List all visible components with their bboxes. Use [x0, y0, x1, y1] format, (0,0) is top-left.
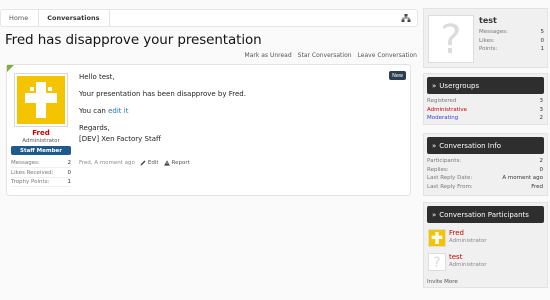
participant-name[interactable]: test — [449, 253, 487, 261]
info-row: Last Reply From: Fred — [427, 184, 543, 191]
default-avatar[interactable]: ? — [428, 253, 446, 271]
report-button[interactable]: Report — [163, 160, 190, 166]
participant-name[interactable]: Fred — [449, 229, 487, 237]
sidebar-participants: » Conversation Participants Fred Administ… — [423, 202, 548, 288]
profile-stat: Points: 1 — [479, 46, 544, 53]
pencil-icon — [140, 160, 146, 166]
svg-text:?: ? — [440, 17, 461, 62]
edit-it-link[interactable]: edit it — [108, 107, 128, 115]
author-stats: Messages: 2 Likes Received: 0 Trophy Point… — [11, 159, 71, 188]
author-name[interactable]: Fred — [11, 129, 71, 137]
sidebar-usergroups: » Usergroups Registered 3 Administrative 3 … — [423, 73, 548, 125]
new-message-corner — [7, 65, 14, 72]
usergroups-heading: » Usergroups — [427, 77, 544, 94]
avatar[interactable] — [428, 229, 446, 247]
participant-item[interactable]: Fred Administrator — [424, 226, 547, 250]
conversation-info-heading: » Conversation Info — [427, 137, 544, 154]
default-avatar[interactable]: ? — [428, 15, 474, 63]
usergroup-row[interactable]: Moderating 2 — [424, 114, 547, 123]
mark-unread-link[interactable]: Mark as Unread — [245, 52, 292, 59]
profile-stats: Messages: 5 Likes: 0 Points: 1 — [476, 28, 548, 54]
author-title: Administrator — [22, 138, 60, 144]
author-stat-likes: Likes Received: 0 — [11, 168, 71, 178]
chevron-right-icon: » — [432, 210, 437, 219]
message-user-info: Fred Administrator Staff Member Messages… — [11, 73, 71, 188]
profile-name[interactable]: test — [479, 16, 497, 25]
participant-title: Administrator — [449, 262, 487, 268]
chevron-right-icon: » — [432, 141, 437, 150]
chevron-right-icon: » — [432, 81, 437, 90]
participants-heading: » Conversation Participants — [427, 206, 544, 223]
participant-title: Administrator — [449, 238, 487, 244]
new-badge: New — [389, 71, 406, 80]
breadcrumb-conversations[interactable]: Conversations — [39, 10, 111, 26]
page-title: Fred has disapprove your presentation — [5, 32, 262, 48]
message-meta: Fred, A moment ago Edit Report — [79, 160, 190, 166]
staff-banner: Staff Member — [11, 146, 71, 155]
message: Fred Administrator Staff Member Messages… — [6, 64, 411, 196]
message-body: Hello test, Your presentation has been d… — [79, 72, 246, 151]
svg-text:?: ? — [433, 255, 440, 270]
profile-stat: Likes: 0 — [479, 37, 544, 44]
edit-button[interactable]: Edit — [140, 160, 159, 166]
info-row: Last Reply Date: A moment ago — [427, 175, 543, 182]
signature: Regards, [DEV] Xen Factory Staff — [79, 124, 161, 143]
conversation-actions: Mark as Unread Star Conversation Leave C… — [245, 52, 417, 59]
invite-more-link[interactable]: Invite More — [427, 279, 458, 285]
sitemap-icon[interactable] — [401, 13, 411, 23]
warning-icon — [163, 160, 170, 166]
edit-line: You can edit it — [79, 107, 129, 115]
avatar[interactable] — [14, 73, 68, 127]
star-conversation-link[interactable]: Star Conversation — [298, 52, 352, 59]
meta-author-time[interactable]: Fred, A moment ago — [79, 160, 135, 166]
leave-conversation-link[interactable]: Leave Conversation — [358, 52, 417, 59]
greeting: Hello test, — [79, 73, 115, 81]
breadcrumb-home[interactable]: Home — [1, 10, 40, 26]
info-row: Participants: 2 — [427, 158, 543, 165]
usergroup-row[interactable]: Registered 3 — [424, 97, 547, 106]
body-line: Your presentation has been disapprove by… — [79, 90, 246, 98]
sidebar-profile: ? test Messages: 5 Likes: 0 Points: 1 — [423, 8, 548, 68]
author-stat-messages: Messages: 2 — [11, 159, 71, 169]
breadcrumb: Home Conversations — [0, 9, 418, 27]
sidebar-conversation-info: » Conversation Info Participants: 2 Replie… — [423, 133, 548, 196]
profile-stat: Messages: 5 — [479, 29, 544, 36]
participant-item[interactable]: ? test Administrator — [424, 250, 547, 274]
info-row: Replies: 0 — [427, 166, 543, 173]
usergroup-row[interactable]: Administrative 3 — [424, 106, 547, 115]
author-stat-trophy: Trophy Points: 1 — [11, 178, 71, 188]
